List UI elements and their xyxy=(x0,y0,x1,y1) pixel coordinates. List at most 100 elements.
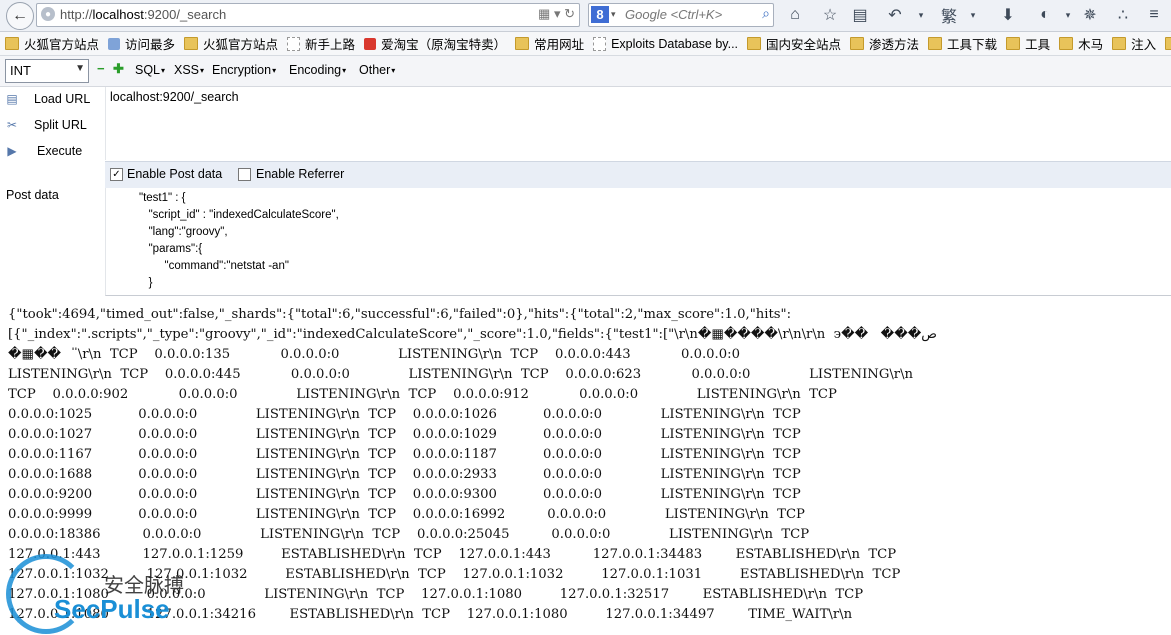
minus-icon[interactable]: − xyxy=(97,62,107,75)
bookmarks-list-icon[interactable]: ▤ xyxy=(849,4,871,26)
response-line: {"took":4694,"timed_out":false,"_shards"… xyxy=(8,307,792,322)
menu-encryption[interactable]: Encryption▾ xyxy=(212,63,276,77)
bookmark-item[interactable]: 注入 xyxy=(1112,34,1156,53)
post-data-line: "params":{ xyxy=(139,243,203,255)
address-bar-actions: ▦ ▾ ↻ xyxy=(538,6,575,22)
split-url-button[interactable]: ✂ Split URL xyxy=(0,113,104,137)
bookmark-item[interactable]: 渗透方法 xyxy=(850,34,919,53)
menu-sql[interactable]: SQL▾ xyxy=(135,63,165,77)
folder-icon xyxy=(5,37,19,50)
site-identity-icon[interactable]: ● xyxy=(41,7,55,21)
enable-post-checkbox[interactable]: ✓ xyxy=(110,168,123,181)
undo-dropdown-icon[interactable]: ▾ xyxy=(910,4,932,26)
watermark-text-en: SecPulse xyxy=(54,594,170,624)
translate-dropdown-icon[interactable]: ▾ xyxy=(962,4,984,26)
footprint-icon[interactable]: ∴ xyxy=(1112,4,1134,26)
bookmark-label: 木马 xyxy=(1078,38,1104,52)
bookmark-label: 工具下载 xyxy=(947,38,998,52)
fav-icon xyxy=(364,37,377,50)
bookmark-label: 常用网址 xyxy=(534,38,585,52)
bookmark-label: 渗透方法 xyxy=(869,38,920,52)
navigation-bar: ← ● http://localhost:9200/_search ▦ ▾ ↻ … xyxy=(0,0,1171,32)
response-line: 0.0.0.0:9200 0.0.0.0:0 LISTENING\r\n TCP… xyxy=(8,487,801,502)
page-icon xyxy=(593,36,607,51)
response-line: 0.0.0.0:1027 0.0.0.0:0 LISTENING\r\n TCP… xyxy=(8,427,801,442)
back-button[interactable]: ← xyxy=(6,2,34,30)
address-bar-url[interactable]: http://localhost:9200/_search xyxy=(60,7,226,22)
bookmark-item[interactable]: 工具 xyxy=(1006,34,1050,53)
search-icon[interactable]: ⌕ xyxy=(762,5,770,22)
bookmark-item[interactable]: 新手上路 xyxy=(287,34,355,53)
search-input[interactable]: Google <Ctrl+K> xyxy=(625,7,722,22)
translate-icon[interactable]: 繁 xyxy=(938,4,960,26)
bookmark-item[interactable]: 木马 xyxy=(1059,34,1103,53)
url-textarea-value: localhost:9200/_search xyxy=(110,90,239,104)
load-url-icon: ▤ xyxy=(6,92,18,106)
type-select[interactable]: INT ▼ xyxy=(5,59,89,83)
dropdown-arrow-icon[interactable]: ▾ xyxy=(554,6,561,21)
post-data-line: } xyxy=(139,277,153,289)
bookmark-item[interactable]: 常用网址 xyxy=(515,34,584,53)
execute-icon: ▶ xyxy=(7,144,17,158)
secpulse-watermark: 安全脉搏 SecPulse xyxy=(4,550,194,635)
search-engine-logo-icon[interactable]: 8 xyxy=(591,6,609,23)
bookmark-label: 火狐官方站点 xyxy=(24,38,100,52)
enable-referrer-label[interactable]: Enable Referrer xyxy=(256,167,344,181)
menu-icon[interactable]: ≡ xyxy=(1143,4,1165,26)
bookmark-label: 访问最多 xyxy=(125,38,176,52)
response-line: 0.0.0.0:1688 0.0.0.0:0 LISTENING\r\n TCP… xyxy=(8,467,801,482)
enable-post-label[interactable]: Enable Post data xyxy=(127,167,222,181)
engine-dropdown-icon[interactable]: ▾ xyxy=(611,9,616,20)
bookmark-star-icon[interactable]: ☆ xyxy=(819,4,841,26)
page-icon xyxy=(287,36,301,51)
firebug-icon[interactable]: ✵ xyxy=(1079,4,1101,26)
search-bar[interactable]: 8 ▾ Google <Ctrl+K> ⌕ xyxy=(588,3,774,27)
post-data-textarea[interactable]: "test1" : { "script_id" : "indexedCalcul… xyxy=(105,188,1171,296)
menu-xss[interactable]: XSS▾ xyxy=(174,63,204,77)
url-textarea[interactable]: localhost:9200/_search xyxy=(105,87,1171,160)
menu-other[interactable]: Other▾ xyxy=(359,63,395,77)
download-icon[interactable]: ⬇ xyxy=(997,4,1019,26)
folder-icon xyxy=(1059,37,1074,50)
bookmark-item[interactable]: 国内安全站点 xyxy=(747,34,841,53)
home-icon[interactable]: ⌂ xyxy=(784,4,806,26)
address-bar[interactable]: ● http://localhost:9200/_search ▦ ▾ ↻ xyxy=(36,3,580,27)
bookmark-item[interactable]: Exploits Database by... xyxy=(593,36,738,51)
menu-encoding[interactable]: Encoding▾ xyxy=(289,63,346,77)
addon-icon[interactable]: ◐ xyxy=(1034,4,1056,26)
post-data-line: "test1" : { xyxy=(139,192,186,204)
post-data-label: Post data xyxy=(6,188,59,202)
response-line: LISTENING\r\n TCP 0.0.0.0:445 0.0.0.0:0 … xyxy=(8,367,914,382)
bookmark-item[interactable]: 火狐官方站点 xyxy=(184,34,278,53)
bookmark-item[interactable]: 爱淘宝（原淘宝特卖） xyxy=(364,34,506,53)
post-data-line: "script_id" : "indexedCalculateScore", xyxy=(139,209,339,221)
folder-icon xyxy=(850,37,865,50)
response-line: [{"_index":".scripts","_type":"groovy","… xyxy=(8,327,938,342)
addon-dropdown-icon[interactable]: ▾ xyxy=(1057,4,1079,26)
post-data-line: "command":"netstat -an" xyxy=(139,260,289,272)
bookmark-item[interactable]: 火狐官方站点 xyxy=(5,34,99,53)
bookmark-label: 注入 xyxy=(1131,38,1157,52)
folder-icon xyxy=(928,37,943,50)
execute-button[interactable]: ▶ Execute xyxy=(0,139,104,163)
load-url-button[interactable]: ▤ Load URL xyxy=(0,87,104,111)
response-line: 0.0.0.0:1167 0.0.0.0:0 LISTENING\r\n TCP… xyxy=(8,447,801,462)
bookmark-label: 火狐官方站点 xyxy=(203,38,279,52)
reload-icon[interactable]: ↻ xyxy=(564,6,575,21)
folder-icon xyxy=(1165,37,1171,50)
bookmark-label: 工具 xyxy=(1025,38,1051,52)
folder-icon xyxy=(184,37,199,50)
plus-icon[interactable]: ✚ xyxy=(113,62,124,75)
bookmark-label: 国内安全站点 xyxy=(766,38,842,52)
bookmarks-toolbar: 火狐官方站点 访问最多 火狐官方站点 新手上路 爱淘宝（原淘宝特卖） 常用网址 Exploi… xyxy=(0,32,1171,56)
bookmark-item[interactable]: 访问最多 xyxy=(108,34,175,53)
undo-icon[interactable]: ↶ xyxy=(884,4,906,26)
response-line: 0.0.0.0:1025 0.0.0.0:0 LISTENING\r\n TCP… xyxy=(8,407,801,422)
response-line: TCP 0.0.0.0:902 0.0.0.0:0 LISTENING\r\n … xyxy=(8,387,837,402)
response-line: �▦�� ̎\r\n TCP 0.0.0.0:135 0.0.0.0:0 LIS… xyxy=(8,347,740,362)
qr-code-icon[interactable]: ▦ xyxy=(538,6,550,21)
split-url-icon: ✂ xyxy=(6,118,18,132)
enable-referrer-checkbox[interactable] xyxy=(238,168,251,181)
bookmark-item[interactable]: 国外 xyxy=(1165,34,1171,53)
bookmark-item[interactable]: 工具下载 xyxy=(928,34,997,53)
